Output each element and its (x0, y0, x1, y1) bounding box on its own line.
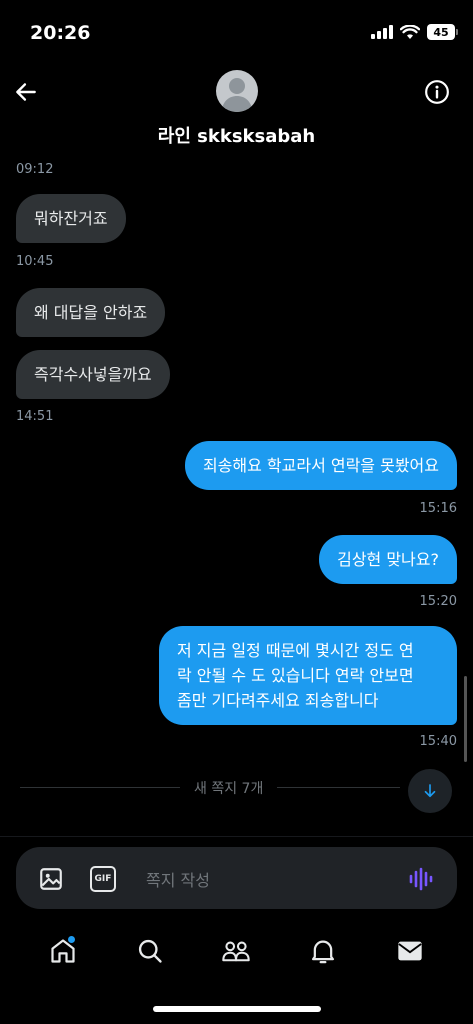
avatar[interactable] (216, 70, 258, 112)
message-input[interactable]: 쪽지 작성 (146, 867, 210, 891)
cellular-signal-icon (371, 25, 393, 39)
status-indicators: 45 (371, 24, 458, 40)
message-timestamp: 09:12 (16, 162, 54, 177)
message-list[interactable]: 09:12 뭐하잔거죠 10:45 왜 대답을 안하죠 즉각수사넣을까요 14:… (0, 106, 473, 836)
message-bubble-outgoing[interactable]: 죄송해요 학교라서 연락을 못봤어요 (184, 441, 457, 490)
message-bubble-incoming[interactable]: 뭐하잔거죠 (16, 194, 126, 243)
message-line: 락 안될 수 도 있습니다 연락 안보면 (177, 666, 414, 685)
message-line: 좀만 기다려주세요 죄송합니다 (177, 691, 379, 710)
message-timestamp: 15:20 (419, 594, 457, 609)
nav-messages[interactable] (390, 931, 430, 971)
status-time: 20:26 (30, 22, 91, 44)
home-indicator[interactable] (153, 1006, 321, 1012)
arrow-down-icon (424, 784, 436, 798)
message-bubble-incoming[interactable]: 왜 대답을 안하죠 (16, 288, 166, 337)
search-icon (138, 939, 162, 963)
conversation-header: 라인 skksksabah (0, 64, 473, 156)
scrollbar[interactable] (464, 676, 467, 762)
scroll-to-bottom-button[interactable] (408, 769, 452, 813)
image-icon[interactable] (38, 866, 64, 892)
message-bubble-outgoing[interactable]: 김상현 맞나요? (319, 535, 457, 584)
voice-wave-icon[interactable] (408, 867, 434, 891)
new-messages-label: 새 쪽지 7개 (180, 778, 278, 798)
wifi-icon (400, 24, 420, 39)
info-button[interactable] (421, 76, 453, 108)
arrow-left-icon (16, 83, 36, 101)
message-timestamp: 14:51 (16, 409, 54, 424)
message-timestamp: 15:16 (419, 501, 457, 516)
message-line: 저 지금 일정 때문에 몇시간 정도 연 (177, 641, 414, 660)
conversation-title[interactable]: 라인 skksksabah (0, 122, 473, 148)
nav-notifications[interactable] (303, 931, 343, 971)
nav-home[interactable] (43, 931, 83, 971)
messages-icon (398, 941, 422, 961)
message-timestamp: 15:40 (419, 734, 457, 749)
gif-icon[interactable]: GIF (90, 866, 116, 892)
message-timestamp: 10:45 (16, 254, 54, 269)
back-button[interactable] (10, 76, 42, 108)
nav-communities[interactable] (216, 931, 256, 971)
message-composer[interactable]: GIF 쪽지 작성 (16, 847, 457, 909)
notifications-icon (312, 940, 335, 964)
default-avatar-icon (221, 78, 253, 112)
message-bubble-outgoing[interactable]: 저 지금 일정 때문에 몇시간 정도 연 락 안될 수 도 있습니다 연락 안보… (159, 626, 457, 725)
composer-area: GIF 쪽지 작성 (0, 836, 473, 926)
communities-icon (222, 941, 251, 962)
nav-search[interactable] (130, 931, 170, 971)
message-bubble-incoming[interactable]: 즉각수사넣을까요 (16, 350, 170, 399)
info-icon (425, 80, 449, 104)
battery-icon: 45 (427, 24, 458, 40)
bottom-navigation (0, 926, 473, 976)
status-bar: 20:26 45 (0, 0, 473, 64)
